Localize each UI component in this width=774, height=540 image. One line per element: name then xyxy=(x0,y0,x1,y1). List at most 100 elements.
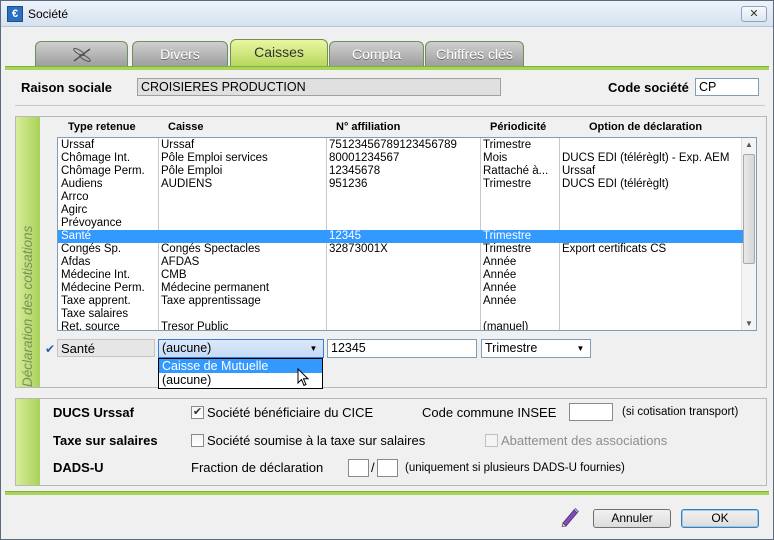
periodicite-select-value: Trimestre xyxy=(485,341,538,355)
table-row[interactable]: Taxe salaires xyxy=(58,308,743,321)
cell-caisse: Congés Spectacles xyxy=(161,243,261,255)
cotisations-table[interactable]: ▲ ▼ Urssaf Urssaf 75123456789123456789 Trim… xyxy=(57,137,757,331)
cell-periodicite: Mois xyxy=(483,152,508,164)
cell-caisse: Pôle Emploi services xyxy=(161,152,268,164)
cell-affiliation: 80001234567 xyxy=(329,152,400,164)
table-row[interactable]: Agirc xyxy=(58,204,743,217)
table-row[interactable]: Afdas AFDAS Année xyxy=(58,256,743,269)
insee-label: Code commune INSEE xyxy=(422,405,557,420)
caisse-select[interactable]: (aucune) ▼ xyxy=(158,339,324,358)
cell-caisse: Pôle Emploi xyxy=(161,165,223,177)
cell-option: Urssaf xyxy=(562,165,596,177)
cell-type: Urssaf xyxy=(61,139,95,151)
table-row[interactable]: Prévoyance xyxy=(58,217,743,230)
abattement-label: Abattement des associations xyxy=(501,433,668,448)
dadsu-label: DADS-U xyxy=(53,460,104,475)
cell-affiliation: 32873001X xyxy=(329,243,388,255)
table-row[interactable]: Taxe apprent. Taxe apprentissage Année xyxy=(58,295,743,308)
cell-type: Chômage Perm. xyxy=(61,165,145,177)
cell-type: Ret. source xyxy=(61,321,120,331)
cell-type: Afdas xyxy=(61,256,91,268)
cell-type: Taxe apprent. xyxy=(61,295,131,307)
cell-caisse: Urssaf xyxy=(161,139,195,151)
tab-compta[interactable]: Compta xyxy=(329,41,424,66)
title-bar: € Société ✕ xyxy=(1,1,773,27)
scrollbar-thumb[interactable] xyxy=(743,154,755,264)
table-row[interactable]: Médecine Int. CMB Année xyxy=(58,269,743,282)
cell-periodicite: Rattaché à... xyxy=(483,165,549,177)
scroll-down-icon[interactable]: ▼ xyxy=(745,319,753,328)
table-row[interactable]: Médecine Perm. Médecine permanent Année xyxy=(58,282,743,295)
insee-note: (si cotisation transport) xyxy=(622,406,739,418)
cell-caisse: AUDIENS xyxy=(161,178,213,190)
taxe-salaires-label: Taxe sur salaires xyxy=(53,433,158,448)
cice-checkbox[interactable]: ✔ xyxy=(191,406,204,419)
cell-type: Chômage Int. xyxy=(61,152,131,164)
pen-icon[interactable] xyxy=(559,505,581,527)
fraction-numerator-input[interactable] xyxy=(348,459,369,477)
raison-sociale-label: Raison sociale xyxy=(21,80,113,95)
close-button[interactable]: ✕ xyxy=(741,6,767,22)
fraction-denominator-input[interactable] xyxy=(377,459,398,477)
table-row[interactable]: Urssaf Urssaf 75123456789123456789 Trimestr… xyxy=(58,139,743,152)
cell-periodicite: Année xyxy=(483,269,517,281)
cell-caisse: AFDAS xyxy=(161,256,200,268)
cell-option: Export certificats CS xyxy=(562,243,667,255)
cell-caisse: Tresor Public xyxy=(161,321,229,331)
table-row[interactable]: Santé 12345 Trimestre xyxy=(58,230,743,243)
chevron-down-icon[interactable]: ▼ xyxy=(572,341,589,356)
column-header-type[interactable]: Type retenue xyxy=(68,121,136,133)
tab-underline xyxy=(5,66,769,70)
cell-type: Congés Sp. xyxy=(61,243,122,255)
column-header-option[interactable]: Option de déclaration xyxy=(589,121,702,133)
cell-type: Médecine Int. xyxy=(61,269,131,281)
cotisations-side-band: Déclaration des cotisations xyxy=(16,117,40,387)
dragonfly-icon xyxy=(72,48,91,62)
editor-type-label: Santé xyxy=(57,339,155,357)
column-header-affiliation[interactable]: N° affiliation xyxy=(336,121,400,133)
table-row[interactable]: Chômage Int. Pôle Emploi services 80001234… xyxy=(58,152,743,165)
affiliation-input[interactable]: 12345 xyxy=(327,339,477,358)
abattement-checkbox[interactable] xyxy=(485,434,498,447)
cell-periodicite: (manuel) xyxy=(483,321,529,331)
fraction-separator: / xyxy=(371,460,375,475)
insee-input[interactable] xyxy=(569,403,613,421)
tab-strip: Divers Caisses Compta Chiffres clés xyxy=(31,39,531,67)
cice-label[interactable]: Société bénéficiaire du CICE xyxy=(207,405,373,420)
table-row[interactable]: Audiens AUDIENS 951236 Trimestre DUCS EDI (t… xyxy=(58,178,743,191)
tab-general[interactable] xyxy=(35,41,128,66)
table-scrollbar[interactable]: ▲ ▼ xyxy=(741,138,756,330)
chevron-down-icon[interactable]: ▼ xyxy=(305,341,322,356)
app-icon: € xyxy=(7,6,23,22)
fraction-note: (uniquement si plusieurs DADS-U fournies… xyxy=(405,462,625,474)
code-societe-input[interactable]: CP xyxy=(695,78,759,96)
taxe-salaires-checkbox-label[interactable]: Société soumise à la taxe sur salaires xyxy=(207,433,425,448)
raison-sociale-field: CROISIERES PRODUCTION xyxy=(137,78,501,96)
cell-type: Taxe salaires xyxy=(61,308,129,320)
column-header-caisse[interactable]: Caisse xyxy=(168,121,203,133)
ok-button[interactable]: OK xyxy=(681,509,759,528)
tab-divers[interactable]: Divers xyxy=(132,41,228,66)
cell-periodicite: Trimestre xyxy=(483,139,532,151)
cell-type: Médecine Perm. xyxy=(61,282,145,294)
column-header-periodicite[interactable]: Périodicité xyxy=(490,121,546,133)
societe-window: € Société ✕ Divers Caisses Compta Chiffr… xyxy=(0,0,774,540)
scroll-up-icon[interactable]: ▲ xyxy=(745,140,753,149)
table-row[interactable]: Chômage Perm. Pôle Emploi 12345678 Rattaché… xyxy=(58,165,743,178)
cancel-button[interactable]: Annuler xyxy=(593,509,671,528)
table-row[interactable]: Arrco xyxy=(58,191,743,204)
table-row[interactable]: Ret. source Tresor Public (manuel) xyxy=(58,321,743,331)
table-row[interactable]: Congés Sp. Congés Spectacles 32873001X Trim… xyxy=(58,243,743,256)
checkmark-icon: ✔ xyxy=(45,342,56,356)
periodicite-select[interactable]: Trimestre ▼ xyxy=(481,339,591,358)
ducs-urssaf-label: DUCS Urssaf xyxy=(53,405,134,420)
code-societe-label: Code société xyxy=(608,80,689,95)
cell-periodicite: Année xyxy=(483,295,517,307)
taxe-salaires-checkbox[interactable] xyxy=(191,434,204,447)
tab-caisses[interactable]: Caisses xyxy=(230,39,328,67)
cell-affiliation: 951236 xyxy=(329,178,368,190)
cell-periodicite: Trimestre xyxy=(483,178,532,190)
tab-chiffres-cles[interactable]: Chiffres clés xyxy=(425,41,524,66)
mouse-cursor-icon xyxy=(297,368,310,387)
cell-periodicite: Trimestre xyxy=(483,230,532,242)
